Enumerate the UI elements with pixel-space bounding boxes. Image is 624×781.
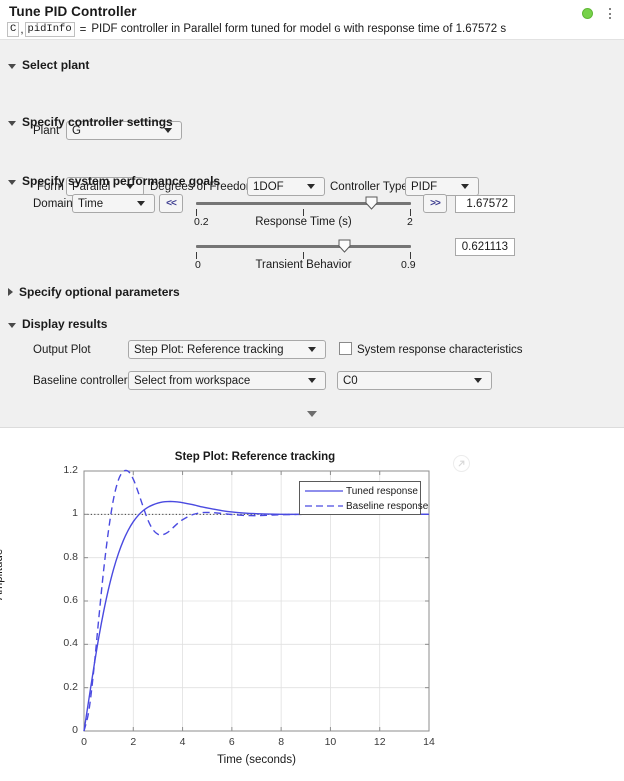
transient-behavior-slider[interactable]: 0 0.9 Transient Behavior [196,238,411,278]
domain-select-value: Time [78,198,137,210]
output-plot-value: Step Plot: Reference tracking [134,344,308,356]
legend-label-tuned: Tuned response [346,486,418,497]
output-plot-label: Output Plot [33,344,91,356]
x-axis-label: Time (seconds) [84,754,429,766]
y-tick-label: 0 [52,724,78,736]
y-tick-label: 0.6 [52,594,78,606]
x-tick-label: 8 [269,736,293,748]
x-tick-label: 4 [171,736,195,748]
x-tick-label: 0 [72,736,96,748]
x-tick-label: 14 [417,736,441,748]
summary-suffix: with response time of 1.67572 s [341,23,507,35]
output-var-pidinfo[interactable]: pidInfo [25,22,75,37]
header: Tune PID Controller C,pidInfo = PIDF con… [0,0,624,40]
chevron-down-icon [137,201,145,206]
chevron-down-icon [308,347,316,352]
legend-item-tuned: Tuned response [300,484,418,498]
equals-sign: = [80,24,87,36]
section-controller-settings-label: Specify controller settings [22,115,173,129]
slider-tick-min [196,252,197,259]
output-var-c[interactable]: C [7,22,19,37]
x-tick-label: 2 [121,736,145,748]
output-plot-select[interactable]: Step Plot: Reference tracking [128,340,326,359]
chevron-down-icon [308,378,316,383]
section-optional-parameters-label: Specify optional parameters [19,285,180,299]
section-performance-goals-label: Specify system performance goals [22,174,220,188]
x-tick-label: 6 [220,736,244,748]
y-tick-label: 1 [52,507,78,519]
section-select-plant[interactable]: Select plant [8,58,89,72]
decrease-button[interactable]: << [159,194,183,213]
slider-thumb[interactable] [365,196,378,210]
plot-legend: Tuned response Baseline response [299,481,421,515]
chevron-right-icon [8,288,13,296]
baseline-controller-select[interactable]: C0 [337,371,492,390]
degrees-of-freedom-value: 1DOF [253,181,307,193]
slider-name-label: Response Time (s) [196,216,411,228]
legend-line-solid [304,484,344,498]
more-options-icon[interactable] [604,6,616,21]
domain-select[interactable]: Time [72,194,155,213]
transient-behavior-value[interactable]: 0.621113 [455,238,515,256]
legend-label-baseline: Baseline response [346,501,428,512]
status-indicator-icon [582,8,593,19]
x-tick-label: 12 [368,736,392,748]
system-response-characteristics-label: System response characteristics [357,344,523,356]
section-controller-settings[interactable]: Specify controller settings [8,115,173,129]
increase-button[interactable]: >> [423,194,447,213]
y-axis-label: Amplitude [0,549,5,600]
baseline-source-value: Select from workspace [134,375,308,387]
y-tick-label: 0.4 [52,637,78,649]
system-response-characteristics-checkbox[interactable] [339,342,352,355]
chevron-down-icon [461,184,469,189]
chevron-down-icon [8,323,16,328]
tune-pid-controller-app: Tune PID Controller C,pidInfo = PIDF con… [0,0,624,781]
response-time-value[interactable]: 1.67572 [455,195,515,213]
slider-name-label: Transient Behavior [196,259,411,271]
y-tick-label: 0.8 [52,551,78,563]
page-title: Tune PID Controller [9,4,137,19]
legend-item-baseline: Baseline response [300,499,428,513]
summary-text: PIDF controller in Parallel form tuned f… [91,23,506,36]
section-display-results-label: Display results [22,317,107,331]
response-time-slider[interactable]: 0.2 2 Response Time (s) [196,195,411,235]
controller-type-label: Controller Type [330,181,408,193]
baseline-source-select[interactable]: Select from workspace [128,371,326,390]
slider-track[interactable] [196,202,411,205]
degrees-of-freedom-select[interactable]: 1DOF [247,177,325,196]
slider-tick-max [410,252,411,259]
slider-tick-min [196,209,197,216]
controller-type-value: PIDF [411,181,461,193]
x-tick-label: 10 [318,736,342,748]
section-display-results[interactable]: Display results [8,317,107,331]
domain-label: Domain [33,198,73,210]
legend-line-dashed [304,499,344,513]
slider-tick-mid [303,252,304,259]
summary-prefix: PIDF controller in Parallel form tuned f… [91,23,334,35]
baseline-controller-value: C0 [343,375,474,387]
y-tick-label: 1.2 [52,464,78,476]
popout-icon[interactable] [453,455,470,472]
baseline-controller-label: Baseline controller [33,375,128,387]
expand-panel-chevron-icon[interactable] [307,411,317,417]
y-tick-label: 0.2 [52,681,78,693]
chevron-down-icon [307,184,315,189]
slider-track[interactable] [196,245,411,248]
plot-title: Step Plot: Reference tracking [0,451,510,463]
slider-thumb[interactable] [338,239,351,253]
section-performance-goals[interactable]: Specify system performance goals [8,174,220,188]
slider-tick-mid [303,209,304,216]
chevron-down-icon [8,64,16,69]
output-summary: C,pidInfo = PIDF controller in Parallel … [7,22,506,37]
section-optional-parameters[interactable]: Specify optional parameters [8,285,180,299]
settings-panel: Select plant Plant G Specify controller … [0,40,624,428]
slider-tick-max [410,209,411,216]
chevron-down-icon [474,378,482,383]
chevron-down-icon [8,180,16,185]
section-select-plant-label: Select plant [22,58,89,72]
chevron-down-icon [8,121,16,126]
